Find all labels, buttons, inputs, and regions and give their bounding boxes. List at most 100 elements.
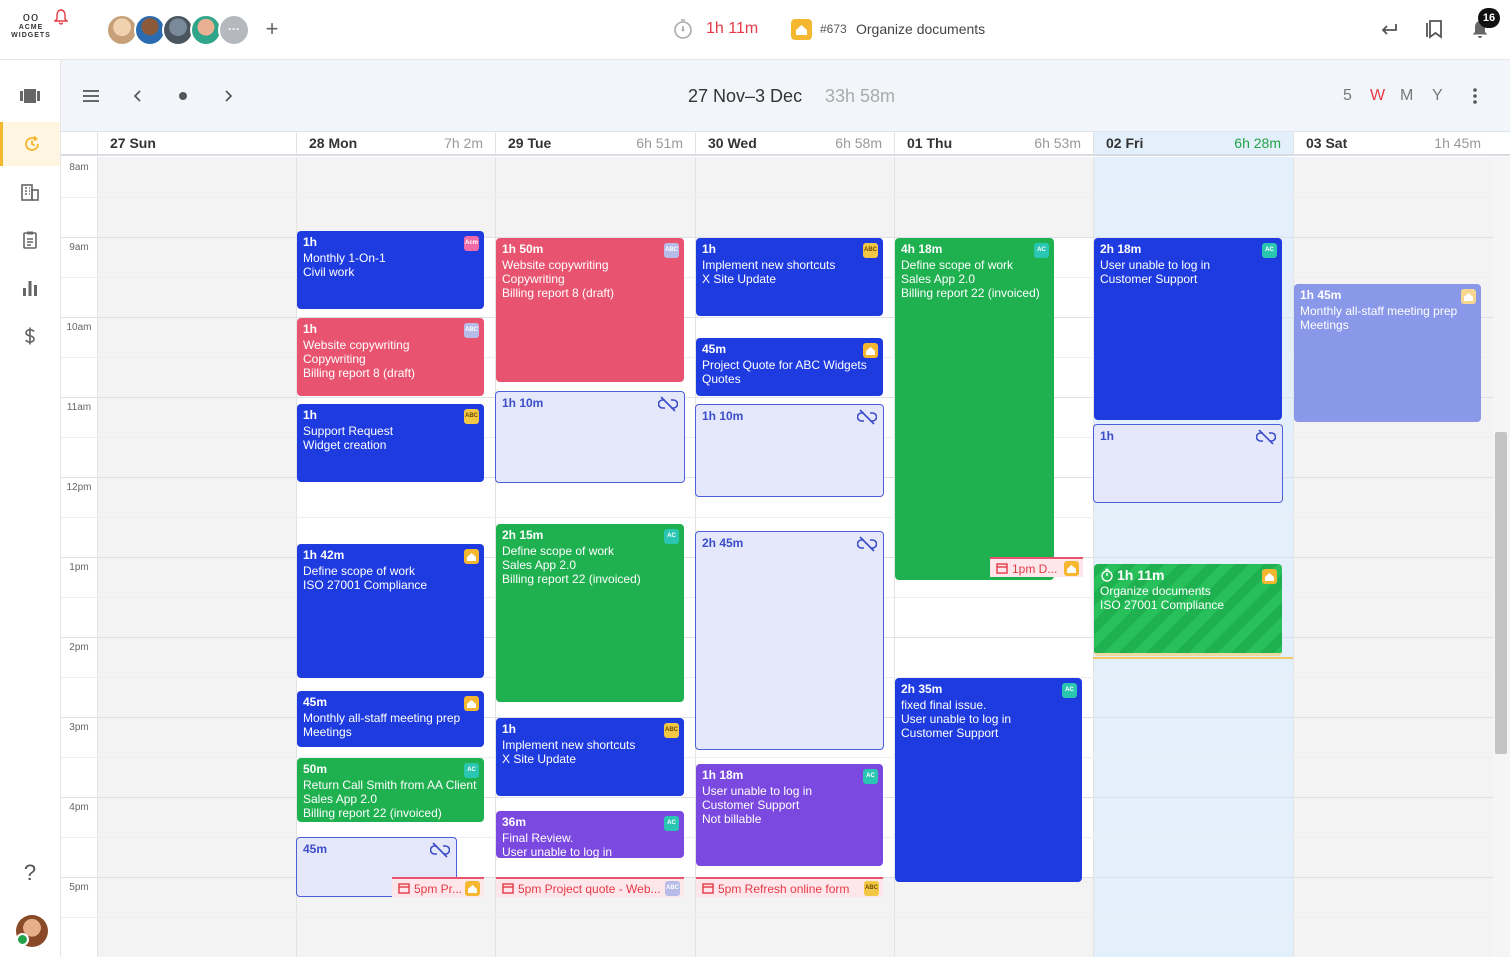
home-icon [791,19,812,40]
sidebar-item-billing[interactable] [0,314,60,358]
deadline-marker[interactable]: 1pm D... [990,557,1083,577]
acme-widgets-logo[interactable]: oo ACME WIDGETS [8,10,54,40]
time-entry[interactable]: 1h Support Request Widget creation ABC [297,404,484,482]
time-entry[interactable]: 45m Monthly all-staff meeting prep Meeti… [297,691,484,747]
time-entry[interactable]: 45m Project Quote for ABC Widgets Quotes [696,338,883,396]
entry-duration: 1h [303,408,318,422]
entry-project: ISO 27001 Compliance [1100,598,1225,612]
time-entry[interactable]: 1h 42m Define scope of work ISO 27001 Co… [297,544,484,678]
entry-project: User unable to log in [502,845,613,858]
unlink-icon[interactable] [856,409,878,428]
scrollbar-thumb[interactable] [1495,432,1507,754]
day-header-mon[interactable]: 28 Mon 7h 2m [296,132,495,154]
time-entry[interactable]: 1h Monthly 1-On-1 Civil work Acm [297,231,484,309]
time-entry[interactable]: 1h Website copywriting Copywriting Billi… [297,318,484,396]
time-entry[interactable]: 50m Return Call Smith from AA Client Sal… [297,758,484,822]
entry-duration: 2h 35m [901,682,943,696]
view-week[interactable]: W [1370,87,1385,105]
deadline-marker[interactable]: 5pm Project quote - Web... ABC [496,877,684,897]
unlink-icon[interactable] [429,842,451,861]
sidebar: ? [0,60,61,957]
client-badge-icon: Acm [464,236,479,251]
entry-duration: 1h 11m [1100,568,1276,582]
sidebar-item-reports[interactable] [0,266,60,310]
unlink-icon[interactable] [856,536,878,555]
day-header-sun[interactable]: 27 Sun [97,132,296,154]
entry-duration: 1h 45m [1300,288,1342,302]
bell-alert-icon[interactable] [53,9,69,30]
client-badge-icon: AC [1262,243,1277,258]
gap-duration: 1h 10m [702,409,744,423]
deadline-marker[interactable]: 5pm Refresh online form ABC [696,877,883,897]
menu-icon[interactable] [79,84,103,108]
day-header-wed[interactable]: 30 Wed 6h 58m [695,132,894,154]
stopwatch-icon[interactable] [672,18,694,45]
untracked-gap[interactable]: 1h 10m [695,404,884,497]
hour-label: 5pm [69,882,89,893]
sidebar-item-boards[interactable] [0,74,60,118]
time-entry[interactable]: 2h 15m Define scope of work Sales App 2.… [496,524,684,702]
client-badge-icon: AC [664,816,679,831]
bookmarks-icon[interactable] [1424,18,1446,45]
sidebar-item-companies[interactable] [0,170,60,214]
building-icon [21,184,39,201]
unlink-icon[interactable] [1255,429,1277,448]
today-dot-icon[interactable] [171,84,195,108]
view-month[interactable]: M [1400,87,1413,105]
untracked-gap[interactable]: 1h 10m [495,391,685,483]
undo-icon[interactable] [1378,18,1400,45]
day-header-sat[interactable]: 03 Sat 1h 45m [1293,132,1493,154]
untracked-gap[interactable]: 2h 45m [695,531,884,750]
more-vertical-icon[interactable] [1463,84,1487,108]
deadline-marker[interactable]: 5pm Pr... [392,877,484,897]
time-entry[interactable]: 1h 45m Monthly all-staff meeting prep Me… [1294,284,1481,422]
add-member-button[interactable]: + [262,16,282,42]
unlink-icon[interactable] [657,396,679,415]
untracked-gap[interactable]: 1h [1093,424,1283,503]
entry-project: Meetings [1300,318,1349,332]
entry-project: ISO 27001 Compliance [303,578,428,592]
day-header-thu[interactable]: 01 Thu 6h 53m [894,132,1093,154]
sidebar-item-timesheet[interactable] [0,122,60,166]
home-icon [1461,289,1476,304]
entry-title: Organize documents [1100,584,1211,598]
time-entry[interactable]: 1h 50m Website copywriting Copywriting B… [496,238,684,382]
time-entry[interactable]: 1h Implement new shortcuts X Site Update… [696,238,883,316]
day-header-tue[interactable]: 29 Tue 6h 51m [495,132,695,154]
entry-project: Sales App 2.0 [502,558,577,572]
entry-duration: 2h 15m [502,528,544,542]
running-time-entry[interactable]: 1h 11m Organize documents ISO 27001 Comp… [1094,564,1282,656]
time-entry[interactable]: 2h 18m User unable to log in Customer Su… [1094,238,1282,420]
task-name[interactable]: Organize documents [856,21,985,37]
hour-label: 3pm [69,722,89,733]
day-name: 03 Sat [1306,135,1348,151]
home-icon [464,549,479,564]
client-badge-icon: AC [1062,683,1077,698]
help-button[interactable]: ? [0,860,60,886]
time-entry[interactable]: 2h 35m fixed final issue. User unable to… [895,678,1082,882]
day-name: 27 Sun [110,135,156,151]
time-entry[interactable]: 4h 18m Define scope of work Sales App 2.… [895,238,1054,580]
calendar-icon [398,882,410,897]
calendar-icon [996,562,1008,577]
entry-project: X Site Update [502,752,577,766]
chevron-right-icon[interactable] [216,84,240,108]
entry-title: Monthly all-staff meeting prep [1300,304,1458,318]
client-badge-icon: AC [664,529,679,544]
timer-elapsed[interactable]: 1h 11m [706,20,758,38]
time-entry[interactable]: 36m Final Review. User unable to log in … [496,811,684,858]
chevron-left-icon[interactable] [126,84,150,108]
day-header-fri[interactable]: 02 Fri 6h 28m [1093,132,1293,154]
task-number[interactable]: #673 [820,22,847,36]
entry-duration: 2h 18m [1100,242,1142,256]
time-entry[interactable]: 1h Implement new shortcuts X Site Update… [496,718,684,796]
sidebar-item-tasks[interactable] [0,218,60,262]
hour-label: 9am [69,242,89,253]
entry-project: Copywriting [303,352,366,366]
time-entry[interactable]: 1h 18m User unable to log in Customer Su… [696,764,883,866]
entry-duration: 45m [303,695,328,709]
view-5-day[interactable]: 5 [1343,87,1352,105]
more-members-button[interactable]: ··· [218,14,250,46]
entry-duration-text: 1h 11m [1117,567,1165,583]
view-year[interactable]: Y [1432,87,1443,105]
